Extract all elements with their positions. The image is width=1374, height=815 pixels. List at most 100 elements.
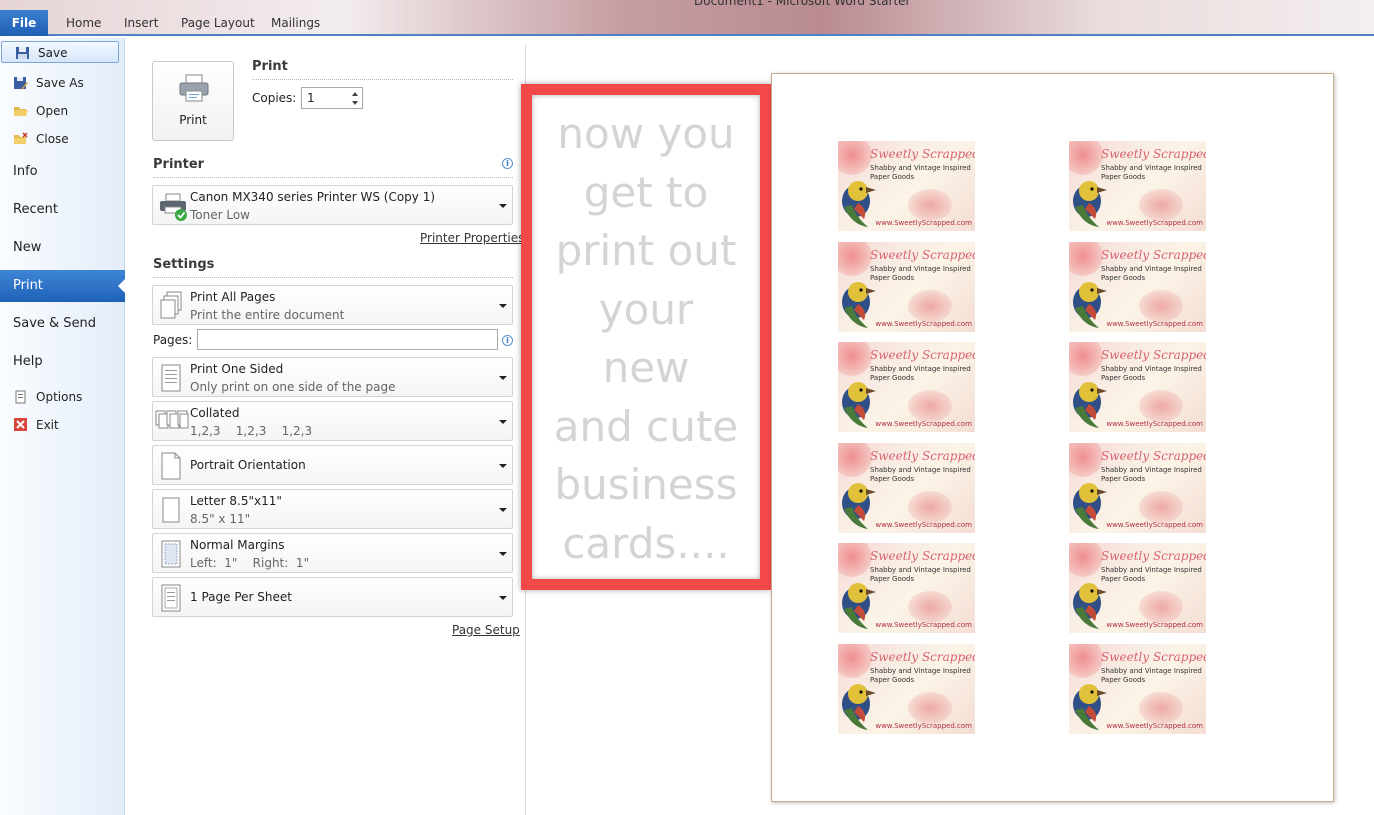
chevron-down-icon	[499, 464, 507, 468]
info-icon[interactable]: i	[502, 158, 513, 169]
tab-home[interactable]: Home	[66, 16, 101, 30]
card-tagline-line: Shabby and Vintage Inspired	[870, 666, 971, 675]
paper-size-dropdown[interactable]: Letter 8.5"x11" 8.5" x 11"	[152, 489, 513, 529]
card-tagline-line: Paper Goods	[1101, 474, 1146, 483]
nav-print[interactable]: Print	[0, 270, 126, 302]
card-tagline-line: Shabby and Vintage Inspired	[1101, 164, 1202, 172]
card-brand: Sweetly Scrapped	[870, 348, 975, 362]
printer-properties-link[interactable]: Printer Properties	[420, 231, 524, 245]
card-tagline-line: Shabby and Vintage Inspired	[1101, 264, 1202, 273]
card-tagline: Shabby and Vintage Inspired Paper Goods	[870, 164, 971, 182]
nav-close[interactable]: Close	[0, 128, 125, 150]
card-brand: Sweetly Scrapped	[1101, 147, 1206, 161]
bird-illustration	[1073, 482, 1107, 529]
flower-decoration	[908, 691, 952, 724]
print-button[interactable]: Print	[152, 61, 234, 141]
card-url: www.SweetlyScrapped.com	[875, 219, 972, 227]
card-brand: Sweetly Scrapped	[870, 247, 975, 262]
card-tagline: Shabby and Vintage Inspired Paper Goods	[1101, 365, 1202, 383]
business-card: Sweetly Scrapped Shabby and Vintage Insp…	[838, 342, 975, 432]
copies-stepper[interactable]: 1	[301, 87, 363, 109]
nav-save-send[interactable]: Save & Send	[0, 310, 125, 338]
flower-decoration	[838, 241, 872, 276]
flower-decoration	[1139, 390, 1183, 422]
nav-save-as[interactable]: Save As	[0, 72, 125, 94]
chevron-down-icon	[499, 304, 507, 308]
exit-icon	[14, 418, 27, 431]
orientation-dropdown[interactable]: Portrait Orientation	[152, 445, 513, 485]
pages-input[interactable]	[197, 329, 498, 350]
collate-dropdown[interactable]: Collated 1,2,3 1,2,3 1,2,3	[152, 401, 513, 441]
nav-exit[interactable]: Exit	[0, 414, 125, 436]
pages-label: Pages:	[153, 333, 193, 347]
copies-value: 1	[307, 91, 315, 105]
flower-decoration	[1139, 691, 1183, 724]
save-icon	[16, 47, 29, 59]
sides-dropdown[interactable]: Print One Sided Only print on one side o…	[152, 357, 513, 397]
business-card: Sweetly Scrapped Shabby and Vintage Insp…	[1069, 241, 1206, 332]
flower-decoration	[838, 141, 872, 175]
pages-per-sheet-dropdown[interactable]: 1 Page Per Sheet	[152, 577, 513, 617]
sides-main: Print One Sided	[190, 362, 284, 376]
margins-dropdown[interactable]: Normal Margins Left: 1" Right: 1"	[152, 533, 513, 573]
business-card: Sweetly Scrapped Shabby and Vintage Insp…	[1069, 141, 1206, 231]
tab-mailings[interactable]: Mailings	[271, 16, 320, 30]
card-tagline: Shabby and Vintage Inspired Paper Goods	[870, 365, 971, 383]
page-setup-link[interactable]: Page Setup	[452, 623, 520, 637]
nav-save-label: Save	[38, 46, 68, 60]
card-tagline-line: Paper Goods	[1101, 675, 1146, 684]
business-card: Sweetly Scrapped Shabby and Vintage Insp…	[1069, 543, 1206, 633]
orientation-main: Portrait Orientation	[190, 458, 306, 472]
nav-open[interactable]: Open	[0, 100, 125, 122]
card-url: www.SweetlyScrapped.com	[875, 721, 972, 730]
nav-new[interactable]: New	[0, 234, 125, 262]
print-range-dropdown[interactable]: Print All Pages Print the entire documen…	[152, 285, 513, 325]
callout-line: your	[598, 284, 694, 334]
card-brand: Sweetly Scrapped	[870, 549, 975, 563]
print-range-main: Print All Pages	[190, 290, 276, 304]
flower-decoration	[1139, 189, 1183, 221]
tab-page-layout[interactable]: Page Layout	[181, 16, 255, 30]
bird-illustration	[842, 382, 876, 428]
stepper-down-icon[interactable]	[352, 101, 358, 105]
margins-main: Normal Margins	[190, 538, 285, 552]
bird-illustration	[842, 683, 876, 730]
nav-help[interactable]: Help	[0, 348, 125, 376]
chevron-down-icon	[499, 508, 507, 512]
print-range-sub: Print the entire document	[190, 308, 345, 322]
info-icon[interactable]: i	[502, 335, 513, 346]
card-tagline: Shabby and Vintage Inspired Paper Goods	[1101, 164, 1202, 182]
callout-text: now you get to print out your new and cu…	[532, 105, 760, 573]
collate-sub: 1,2,3 1,2,3 1,2,3	[190, 424, 313, 438]
nav-print-label: Print	[13, 278, 43, 293]
tab-file[interactable]: File	[0, 10, 48, 36]
divider	[153, 277, 513, 278]
nav-recent[interactable]: Recent	[0, 196, 125, 224]
nav-save[interactable]: Save	[1, 41, 119, 63]
card-url: www.SweetlyScrapped.com	[875, 520, 972, 529]
nav-options[interactable]: Options	[0, 386, 125, 408]
card-url: www.SweetlyScrapped.com	[875, 420, 972, 428]
card-tagline-line: Paper Goods	[870, 374, 915, 382]
card-url: www.SweetlyScrapped.com	[1106, 319, 1203, 328]
business-card: Sweetly Scrapped Shabby and Vintage Insp…	[838, 241, 975, 332]
backstage-nav: Save Save As Open Close Info Recent New …	[0, 38, 126, 815]
paper-size-main: Letter 8.5"x11"	[190, 494, 282, 508]
print-button-label: Print	[179, 113, 207, 127]
stepper-up-icon[interactable]	[352, 92, 358, 96]
card-brand: Sweetly Scrapped	[1101, 448, 1206, 463]
card-tagline-line: Shabby and Vintage Inspired	[1101, 666, 1202, 675]
flower-decoration	[908, 189, 952, 221]
tab-insert[interactable]: Insert	[124, 16, 158, 30]
printer-dropdown[interactable]: Canon MX340 series Printer WS (Copy 1) T…	[152, 185, 513, 225]
card-tagline: Shabby and Vintage Inspired Paper Goods	[870, 466, 971, 484]
portrait-page-icon	[161, 452, 181, 480]
flower-decoration	[1069, 241, 1103, 276]
card-url: www.SweetlyScrapped.com	[1106, 219, 1203, 227]
nav-info[interactable]: Info	[0, 158, 125, 186]
card-brand: Sweetly Scrapped	[1101, 247, 1206, 262]
printer-name: Canon MX340 series Printer WS (Copy 1)	[190, 190, 436, 204]
business-card: Sweetly Scrapped Shabby and Vintage Insp…	[838, 141, 975, 231]
pages-per-sheet-main: 1 Page Per Sheet	[190, 590, 292, 604]
pages-icon	[160, 291, 182, 319]
